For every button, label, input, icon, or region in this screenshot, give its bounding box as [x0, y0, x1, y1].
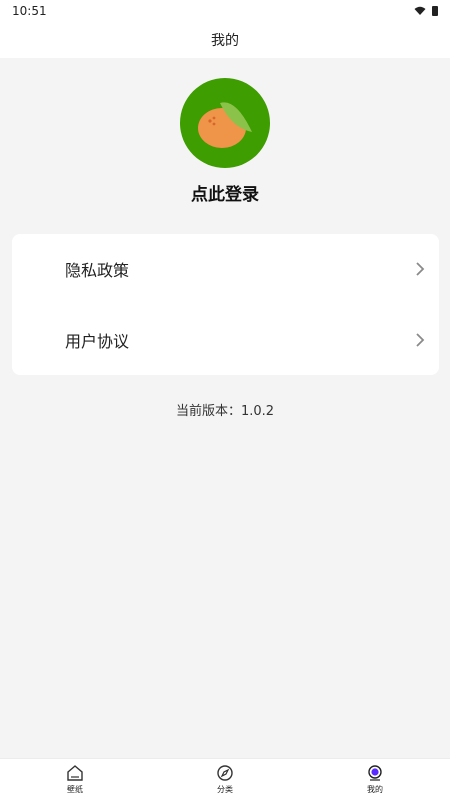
battery-icon	[432, 6, 438, 16]
profile-icon	[366, 764, 384, 782]
status-icons	[414, 6, 438, 16]
nav-profile[interactable]: 我的	[330, 764, 420, 795]
nav-label: 我的	[367, 785, 383, 794]
login-label[interactable]: 点此登录	[191, 180, 259, 205]
home-icon	[66, 764, 84, 782]
page-title: 我的	[211, 33, 239, 49]
orange-fruit-icon	[198, 102, 252, 148]
app-bar: 我的	[0, 22, 450, 58]
nav-label: 壁纸	[67, 785, 83, 794]
wifi-icon	[414, 6, 426, 15]
status-bar: 10:51	[0, 0, 450, 22]
nav-label: 分类	[217, 785, 233, 794]
chevron-right-icon	[416, 262, 425, 276]
bottom-navigation: 壁纸 分类 我的	[0, 758, 450, 800]
user-agreement-item[interactable]: 用户协议	[12, 305, 439, 375]
version-text: 当前版本：1.0.2	[175, 404, 275, 419]
chevron-right-icon	[416, 333, 425, 347]
nav-category[interactable]: 分类	[180, 764, 270, 795]
profile-section[interactable]: 点此登录	[0, 78, 450, 208]
nav-wallpaper[interactable]: 壁纸	[30, 764, 120, 795]
privacy-policy-item[interactable]: 隐私政策	[12, 234, 439, 304]
status-time: 10:51	[12, 4, 47, 18]
menu-item-label: 用户协议	[65, 332, 130, 351]
menu-item-label: 隐私政策	[65, 261, 130, 280]
compass-icon	[216, 764, 234, 782]
menu-card: 隐私政策 用户协议	[12, 234, 439, 375]
screen: 10:51 我的 点此登录 隐私政策 用户协议 当前版本：1.0.2 壁纸 分类…	[0, 0, 450, 800]
avatar[interactable]	[180, 78, 270, 168]
